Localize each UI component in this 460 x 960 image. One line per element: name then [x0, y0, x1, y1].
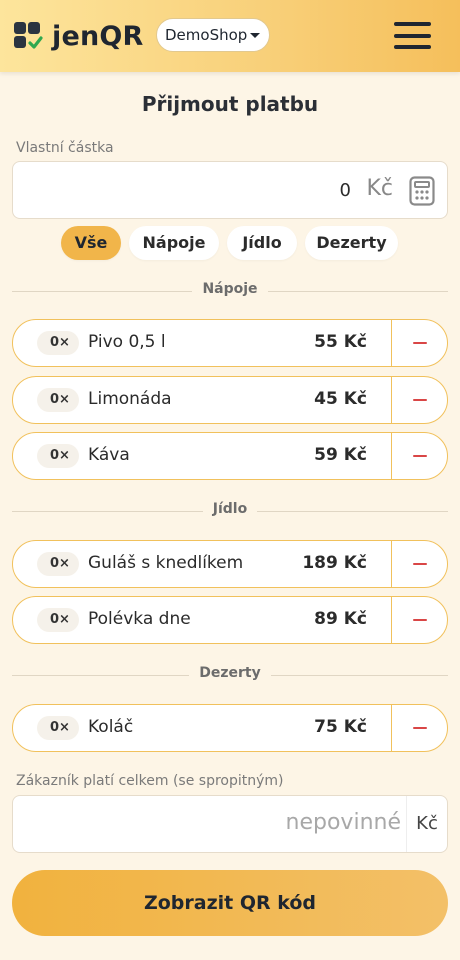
product-name: Limonáda	[88, 389, 172, 409]
show-qr-button[interactable]: Zobrazit QR kód	[12, 870, 448, 936]
custom-amount-label: Vlastní částka	[16, 140, 114, 156]
minus-icon	[413, 455, 427, 457]
section-title: Nápoje	[192, 281, 268, 297]
decrease-button[interactable]	[391, 597, 447, 643]
menu-icon[interactable]	[394, 22, 431, 49]
category-filters: Vše Nápoje Jídlo Dezerty	[0, 226, 460, 260]
quantity-badge: 0×	[37, 388, 79, 412]
product-name: Pivo 0,5 l	[88, 332, 166, 352]
total-paid-label: Zákazník platí celkem (se spropitným)	[16, 773, 284, 789]
quantity-badge: 0×	[37, 608, 79, 632]
product-price: 89 Kč	[314, 609, 367, 629]
quantity-badge: 0×	[37, 716, 79, 740]
decrease-button[interactable]	[391, 320, 447, 366]
section-title: Dezerty	[189, 665, 271, 681]
currency-unit: Kč	[406, 796, 447, 852]
product-row[interactable]: 0× Koláč 75 Kč	[12, 704, 448, 752]
custom-amount-input[interactable]: 0 Kč	[12, 161, 448, 219]
product-row[interactable]: 0× Limonáda 45 Kč	[12, 376, 448, 424]
logo-icon	[14, 22, 43, 50]
product-name: Koláč	[88, 717, 134, 737]
filter-chip-drinks[interactable]: Nápoje	[129, 226, 219, 260]
product-row[interactable]: 0× Guláš s knedlíkem 189 Kč	[12, 540, 448, 588]
shop-dropdown[interactable]: DemoShop	[156, 18, 270, 52]
shop-dropdown-value: DemoShop	[165, 26, 248, 44]
quantity-badge: 0×	[37, 331, 79, 355]
product-price: 189 Kč	[302, 553, 367, 573]
chevron-down-icon	[250, 33, 260, 38]
section-title: Jídlo	[202, 501, 258, 517]
product-row[interactable]: 0× Káva 59 Kč	[12, 432, 448, 480]
page-title: Přijmout platbu	[141, 92, 319, 116]
minus-icon	[413, 619, 427, 621]
custom-amount-value: 0	[339, 180, 351, 201]
filter-chip-food[interactable]: Jídlo	[227, 226, 297, 260]
product-price: 75 Kč	[314, 717, 367, 737]
quantity-badge: 0×	[37, 444, 79, 468]
product-price: 59 Kč	[314, 445, 367, 465]
product-price: 55 Kč	[314, 332, 367, 352]
top-navbar: jenQR DemoShop	[0, 0, 460, 72]
total-paid-placeholder: nepovinné	[285, 810, 401, 835]
section-header-drinks: Nápoje	[12, 281, 448, 301]
quantity-badge: 0×	[37, 552, 79, 576]
decrease-button[interactable]	[391, 377, 447, 423]
minus-icon	[413, 342, 427, 344]
product-row[interactable]: 0× Polévka dne 89 Kč	[12, 596, 448, 644]
product-name: Káva	[88, 445, 130, 465]
minus-icon	[413, 399, 427, 401]
section-header-desserts: Dezerty	[12, 665, 448, 685]
minus-icon	[413, 727, 427, 729]
decrease-button[interactable]	[391, 433, 447, 479]
product-row[interactable]: 0× Pivo 0,5 l 55 Kč	[12, 319, 448, 367]
filter-chip-all[interactable]: Vše	[61, 226, 121, 260]
decrease-button[interactable]	[391, 541, 447, 587]
brand-name: jenQR	[52, 20, 144, 52]
filter-chip-desserts[interactable]: Dezerty	[305, 226, 398, 260]
product-name: Polévka dne	[88, 609, 191, 629]
brand-logo[interactable]: jenQR	[14, 20, 144, 52]
section-header-food: Jídlo	[12, 501, 448, 521]
currency-unit: Kč	[366, 176, 393, 201]
minus-icon	[413, 563, 427, 565]
calculator-icon[interactable]	[409, 176, 435, 206]
total-paid-input[interactable]: nepovinné Kč	[12, 795, 448, 853]
product-name: Guláš s knedlíkem	[88, 553, 244, 573]
decrease-button[interactable]	[391, 705, 447, 751]
product-price: 45 Kč	[314, 389, 367, 409]
